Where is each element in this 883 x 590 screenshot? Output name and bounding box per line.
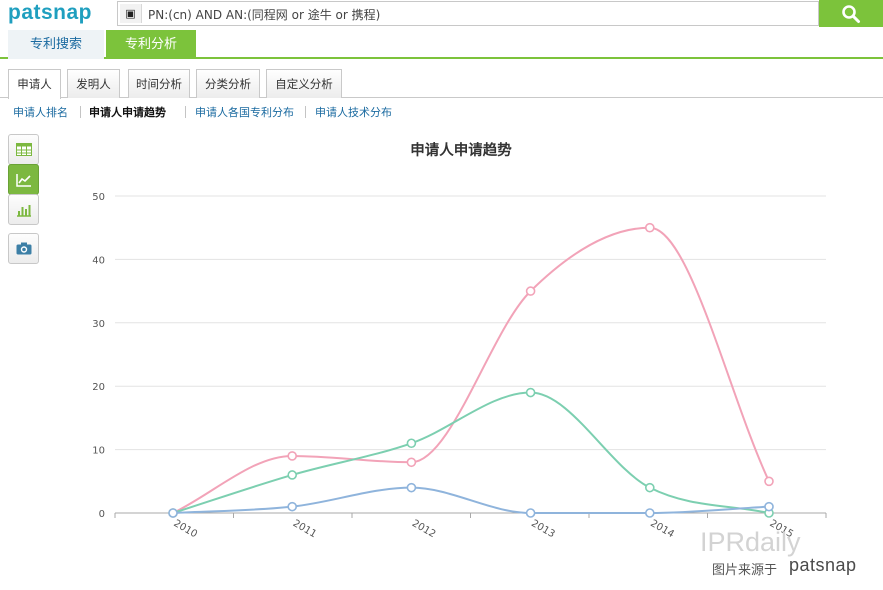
- link-separator: [185, 106, 186, 118]
- data-point: [764, 476, 774, 487]
- data-point: [406, 482, 417, 493]
- y-tick-label: 30: [92, 319, 105, 330]
- link-applicant-country[interactable]: 申请人各国专利分布: [195, 104, 294, 120]
- y-tick-label: 50: [92, 192, 105, 203]
- series-line: [172, 226, 770, 514]
- y-tick-label: 0: [99, 509, 105, 520]
- data-point: [644, 222, 655, 233]
- link-applicant-ranking[interactable]: 申请人排名: [13, 104, 68, 120]
- series-line: [172, 391, 770, 514]
- data-point: [525, 387, 536, 398]
- x-tick-label: 2012: [410, 518, 438, 540]
- trend-chart: 申请人申请趋势 0 10 20 30 40 50 2010 2011 2012 2013 2014 2…: [0, 130, 883, 590]
- search-box[interactable]: ▣: [117, 1, 819, 26]
- data-point: [525, 508, 536, 518]
- data-point: [287, 451, 298, 461]
- link-separator: [305, 106, 306, 118]
- subtab-custom[interactable]: 自定义分析: [266, 69, 342, 98]
- analysis-subtabs: 申请人 发明人 时间分析 分类分析 自定义分析: [0, 66, 883, 99]
- x-tick-label: 2013: [529, 518, 557, 540]
- subtab-inventor[interactable]: 发明人: [67, 69, 120, 98]
- search-icon: [842, 4, 860, 23]
- top-bar: patsnap ▣: [0, 0, 883, 28]
- y-tick-label: 10: [92, 446, 105, 457]
- link-applicant-trend[interactable]: 申请人申请趋势: [89, 104, 166, 120]
- x-tick-label: 2014: [648, 518, 676, 540]
- patsnap-logo[interactable]: patsnap: [8, 1, 92, 25]
- data-point: [525, 286, 536, 296]
- watermark-brand: IPRdaily: [700, 527, 801, 557]
- tab-patent-analysis[interactable]: 专利分析: [106, 30, 196, 59]
- tab-patent-search[interactable]: 专利搜索: [8, 30, 104, 59]
- x-tick-label: 2011: [291, 518, 319, 540]
- y-tick-label: 20: [92, 382, 105, 393]
- chart-plot: 010203040502010 2011 2012 2013 2014 2015: [92, 192, 827, 540]
- data-point: [287, 501, 298, 512]
- subtab-time-analysis[interactable]: 时间分析: [128, 69, 190, 98]
- subtab-applicant[interactable]: 申请人: [8, 69, 61, 99]
- data-point: [406, 438, 417, 449]
- link-separator: [80, 106, 81, 118]
- watermark-caption: 图片来源于: [712, 563, 778, 578]
- data-point: [406, 457, 417, 468]
- db-icon[interactable]: ▣: [120, 4, 142, 23]
- x-tick-label: 2010: [172, 518, 200, 540]
- y-tick-label: 40: [92, 255, 105, 266]
- main-nav: 专利搜索 专利分析: [0, 28, 883, 59]
- subtab-classification[interactable]: 分类分析: [196, 69, 260, 98]
- search-button[interactable]: [819, 0, 883, 27]
- data-point: [644, 508, 655, 518]
- watermark-source: patsnap: [789, 555, 857, 575]
- data-point: [168, 508, 178, 518]
- data-point: [644, 482, 655, 493]
- series-line: [172, 486, 770, 514]
- search-input[interactable]: [148, 5, 808, 23]
- link-applicant-tech[interactable]: 申请人技术分布: [315, 104, 392, 120]
- data-point: [287, 470, 298, 480]
- data-point: [764, 501, 774, 512]
